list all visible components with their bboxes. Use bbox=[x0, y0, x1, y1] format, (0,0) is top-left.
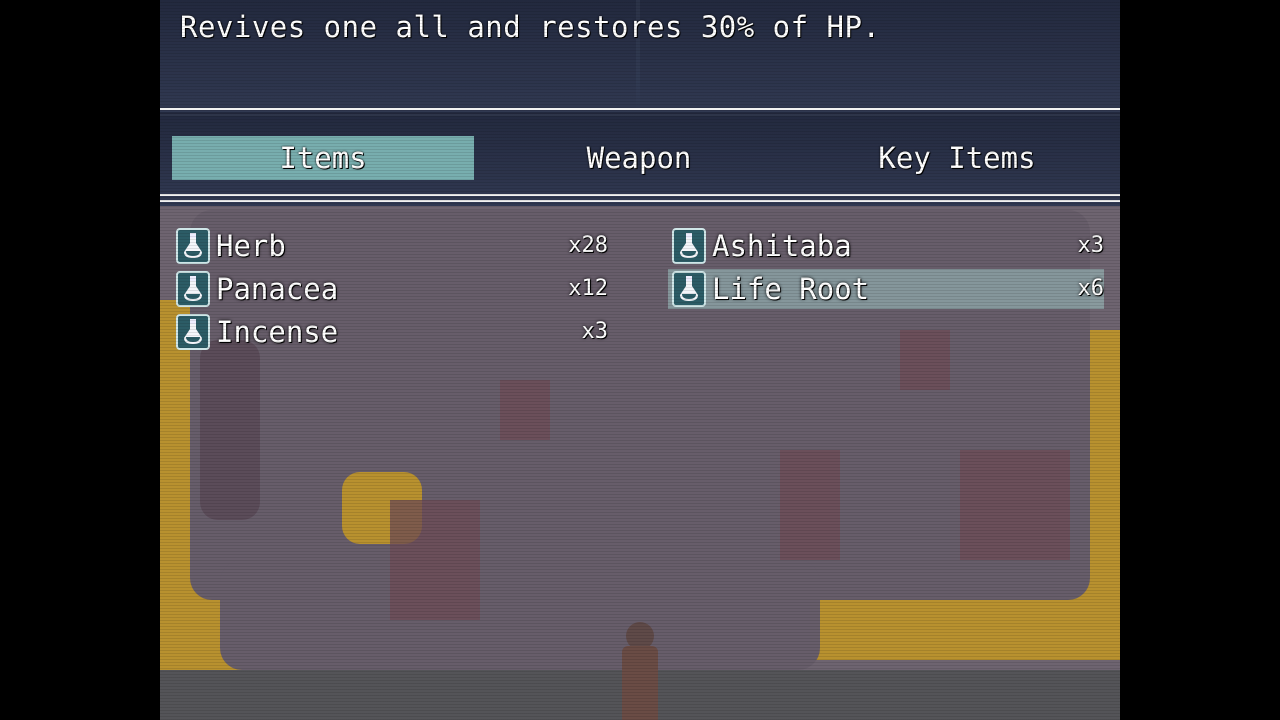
list-item[interactable]: Ashitaba x3 bbox=[668, 226, 1104, 266]
potion-icon bbox=[176, 228, 210, 264]
potion-icon bbox=[176, 271, 210, 307]
tab-key-items[interactable]: Key Items bbox=[806, 136, 1108, 180]
item-name: Herb bbox=[216, 229, 286, 263]
tab-weapon[interactable]: Weapon bbox=[488, 136, 790, 180]
window-divider bbox=[160, 194, 1120, 202]
list-item[interactable]: Herb x28 bbox=[172, 226, 608, 266]
item-name: Panacea bbox=[216, 272, 339, 306]
item-name: Ashitaba bbox=[712, 229, 852, 263]
category-window: Items Weapon Key Items bbox=[160, 112, 1120, 206]
item-quantity: x3 bbox=[1077, 233, 1105, 258]
potion-icon bbox=[672, 228, 706, 264]
item-name: Life Root bbox=[712, 272, 870, 306]
list-item-selected[interactable]: Life Root x6 bbox=[668, 269, 1104, 309]
item-quantity: x28 bbox=[568, 233, 608, 258]
help-window: Revives one all and restores 30% of HP. bbox=[160, 0, 1120, 112]
list-item[interactable]: Panacea x12 bbox=[172, 269, 608, 309]
item-description: Revives one all and restores 30% of HP. bbox=[180, 10, 881, 44]
tab-items[interactable]: Items bbox=[172, 136, 474, 180]
item-quantity: x6 bbox=[1077, 276, 1105, 301]
game-screen: Revives one all and restores 30% of HP. … bbox=[160, 0, 1120, 720]
potion-icon bbox=[672, 271, 706, 307]
item-list: Herb x28 Ashitaba x3 Panacea x12 Life Ro… bbox=[160, 206, 1120, 720]
potion-icon bbox=[176, 314, 210, 350]
item-name: Incense bbox=[216, 315, 339, 349]
list-item[interactable]: Incense x3 bbox=[172, 312, 608, 352]
item-quantity: x3 bbox=[581, 319, 609, 344]
item-quantity: x12 bbox=[568, 276, 608, 301]
